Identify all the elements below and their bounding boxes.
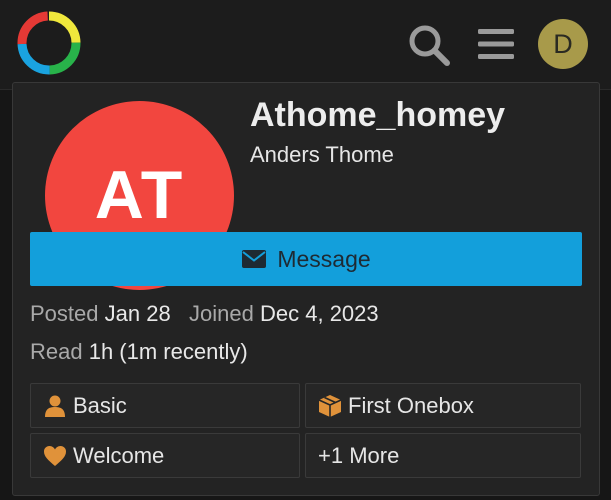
current-user-avatar[interactable]: D: [538, 19, 588, 69]
envelope-icon: [242, 250, 267, 268]
badge-label: Basic: [73, 392, 127, 418]
read-label: Read: [30, 339, 83, 364]
joined-value: Dec 4, 2023: [260, 301, 379, 326]
badge-welcome[interactable]: Welcome: [30, 433, 300, 478]
badge-basic[interactable]: Basic: [30, 383, 300, 428]
read-time-row: Read 1h (1m recently): [30, 339, 248, 365]
badge-label: First Onebox: [348, 392, 474, 418]
joined-label: Joined: [189, 301, 254, 326]
message-button-label: Message: [277, 245, 371, 272]
search-icon[interactable]: [406, 22, 452, 68]
user-icon: [45, 395, 65, 417]
more-badges-link[interactable]: +1 More: [305, 433, 581, 478]
read-value: 1h (1m recently): [88, 339, 248, 364]
message-button[interactable]: Message: [30, 232, 582, 286]
discourse-logo-icon[interactable]: [14, 8, 84, 78]
heart-icon: [44, 445, 66, 466]
posted-joined-row: Posted Jan 28 Joined Dec 4, 2023: [30, 301, 379, 327]
hamburger-menu-icon[interactable]: [476, 24, 516, 64]
badge-label: Welcome: [73, 442, 165, 468]
badge-first-onebox[interactable]: First Onebox: [305, 383, 581, 428]
full-name: Anders Thome: [250, 142, 394, 167]
username[interactable]: Athome_homey: [250, 96, 505, 135]
posted-label: Posted: [30, 301, 99, 326]
posted-value[interactable]: Jan 28: [105, 301, 171, 326]
cube-icon: [318, 394, 342, 417]
site-header: D: [0, 0, 611, 90]
badge-label: +1 More: [318, 442, 400, 468]
